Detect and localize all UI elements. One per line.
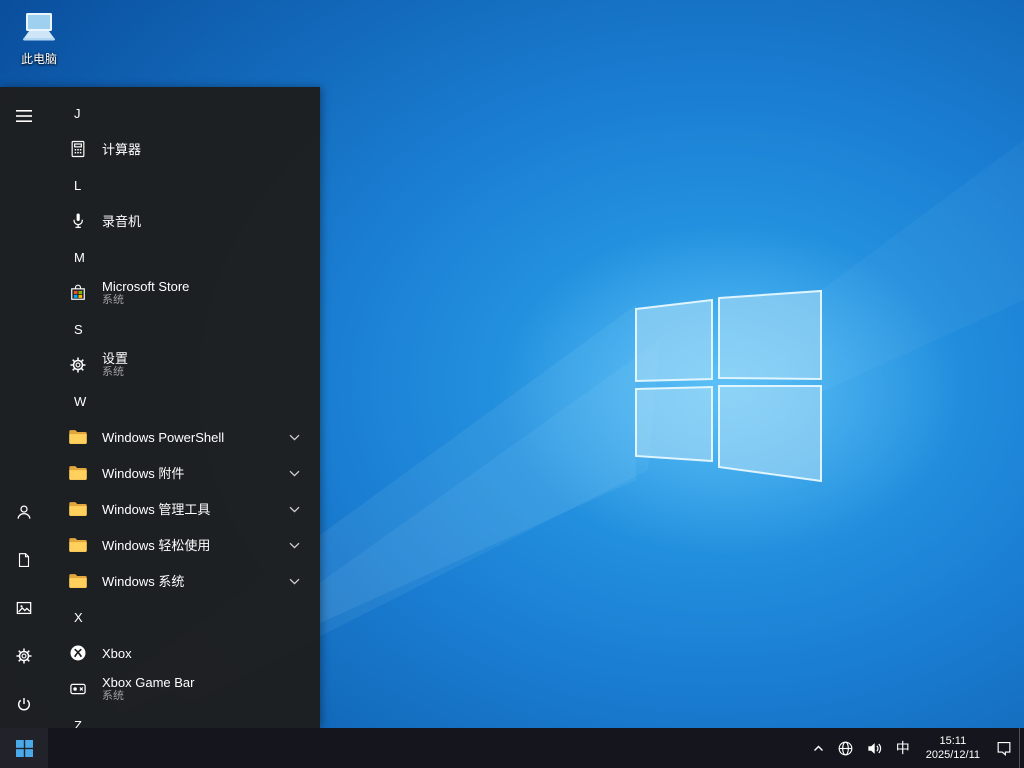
- document-icon: [18, 553, 30, 567]
- chevron-up-icon: [813, 745, 823, 751]
- hamburger-icon: [16, 110, 32, 122]
- show-desktop-button[interactable]: [1019, 728, 1024, 768]
- settings-button[interactable]: [0, 632, 48, 680]
- app-label: Windows 管理工具: [102, 501, 211, 517]
- tray-overflow-button[interactable]: [806, 728, 831, 768]
- documents-button[interactable]: [0, 536, 48, 584]
- chevron-down-icon: [289, 434, 300, 441]
- this-pc-icon: [23, 13, 55, 41]
- app-label: Windows 系统: [102, 573, 185, 589]
- app-label: Windows 轻松使用: [102, 537, 211, 553]
- folder-icon: [66, 569, 90, 593]
- app-label: Xbox: [102, 645, 132, 661]
- app-sublabel: 系统: [102, 294, 124, 306]
- folder-icon: [66, 533, 90, 557]
- folder-icon: [66, 425, 90, 449]
- app-item-microsoft-store[interactable]: Microsoft Store 系统: [48, 275, 320, 311]
- action-center-icon: [997, 742, 1011, 757]
- alphabet-header-l[interactable]: L: [48, 167, 320, 203]
- clock-time: 15:11: [939, 735, 967, 747]
- system-tray: 中 15:11 2025/12/11: [806, 728, 1024, 768]
- ime-indicator[interactable]: 中: [889, 728, 917, 768]
- letter-label: S: [74, 321, 83, 337]
- clock-date: 2025/12/11: [925, 749, 980, 761]
- power-icon: [18, 698, 30, 711]
- xbox-gamebar-icon: [66, 677, 90, 701]
- app-item-voice-recorder[interactable]: 录音机: [48, 203, 320, 239]
- app-label: Windows PowerShell: [102, 429, 225, 445]
- folder-icon: [66, 461, 90, 485]
- letter-label: Z: [74, 717, 82, 729]
- folder-item-windows-system[interactable]: Windows 系统: [48, 563, 320, 599]
- alphabet-header-m[interactable]: M: [48, 239, 320, 275]
- volume-button[interactable]: [860, 728, 889, 768]
- letter-label: M: [74, 249, 85, 265]
- pictures-button[interactable]: [0, 584, 48, 632]
- letter-label: J: [74, 105, 81, 121]
- alphabet-header-z[interactable]: Z: [48, 707, 320, 729]
- folder-item-windows-accessories[interactable]: Windows 附件: [48, 455, 320, 491]
- windows-logo-icon: [15, 739, 33, 757]
- action-center-button[interactable]: [989, 728, 1019, 768]
- taskbar: 中 15:11 2025/12/11: [0, 728, 1024, 768]
- letter-label: W: [74, 393, 87, 409]
- power-button[interactable]: [0, 680, 48, 728]
- rail-bottom-group: [0, 488, 48, 728]
- app-label: 计算器: [102, 141, 142, 157]
- store-icon: [66, 281, 90, 305]
- pictures-icon: [16, 601, 32, 615]
- expand-menu-button[interactable]: [0, 92, 48, 140]
- letter-label: X: [74, 609, 83, 625]
- globe-icon: [838, 741, 853, 755]
- app-sublabel: 系统: [102, 366, 124, 378]
- gear-icon: [16, 648, 32, 664]
- user-account-button[interactable]: [0, 488, 48, 536]
- user-icon: [17, 505, 31, 519]
- clock[interactable]: 15:11 2025/12/11: [917, 728, 989, 768]
- app-item-settings[interactable]: 设置 系统: [48, 347, 320, 383]
- chevron-down-icon: [289, 470, 300, 477]
- alphabet-header-s[interactable]: S: [48, 311, 320, 347]
- alphabet-header-j[interactable]: J: [48, 95, 320, 131]
- microphone-icon: [66, 209, 90, 233]
- app-item-xbox-game-bar[interactable]: Xbox Game Bar 系统: [48, 671, 320, 707]
- desktop-icon-label: 此电脑: [20, 52, 57, 66]
- alphabet-header-x[interactable]: X: [48, 599, 320, 635]
- app-label: 设置: [102, 351, 129, 366]
- app-label: Microsoft Store: [102, 279, 190, 294]
- network-button[interactable]: [831, 728, 860, 768]
- chevron-down-icon: [289, 506, 300, 513]
- start-menu-rail: [0, 87, 48, 728]
- start-menu: J 计算器 L 录音机 M Microsoft Store 系统 S 设置 系统…: [0, 87, 320, 728]
- gear-icon: [66, 353, 90, 377]
- app-item-xbox[interactable]: Xbox: [48, 635, 320, 671]
- speaker-icon: [868, 742, 881, 754]
- alphabet-header-w[interactable]: W: [48, 383, 320, 419]
- app-item-calculator[interactable]: 计算器: [48, 131, 320, 167]
- app-label: 录音机: [102, 213, 142, 229]
- chevron-down-icon: [289, 578, 300, 585]
- chevron-down-icon: [289, 542, 300, 549]
- app-label: Xbox Game Bar: [102, 675, 195, 690]
- calculator-icon: [66, 137, 90, 161]
- xbox-icon: [66, 641, 90, 665]
- folder-item-windows-admin-tools[interactable]: Windows 管理工具: [48, 491, 320, 527]
- letter-label: L: [74, 177, 82, 193]
- start-button[interactable]: [0, 728, 48, 768]
- folder-icon: [66, 497, 90, 521]
- folder-item-windows-ease-of-access[interactable]: Windows 轻松使用: [48, 527, 320, 563]
- folder-item-windows-powershell[interactable]: Windows PowerShell: [48, 419, 320, 455]
- app-label: Windows 附件: [102, 465, 185, 481]
- start-menu-app-list: J 计算器 L 录音机 M Microsoft Store 系统 S 设置 系统…: [48, 87, 320, 728]
- desktop-icon-this-pc[interactable]: 此电脑: [10, 8, 68, 67]
- app-sublabel: 系统: [102, 690, 124, 702]
